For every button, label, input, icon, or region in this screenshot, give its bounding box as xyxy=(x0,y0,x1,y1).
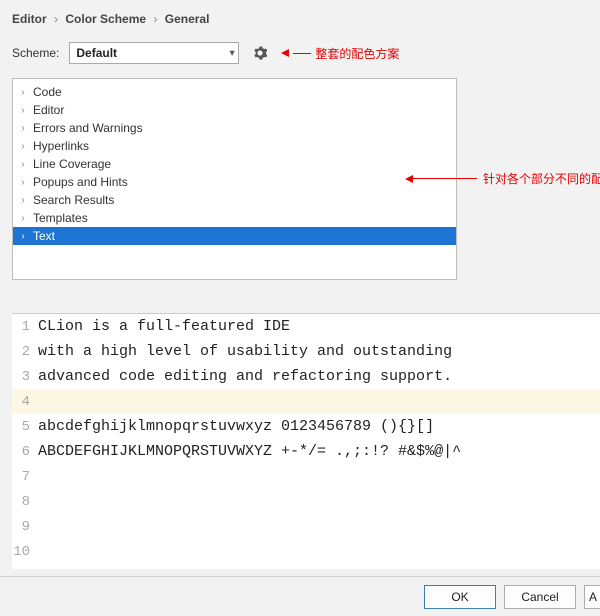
scheme-select[interactable]: Default ▾ xyxy=(69,42,239,64)
list-item-label: Search Results xyxy=(33,193,114,207)
gear-icon xyxy=(253,46,267,60)
list-item[interactable]: › Templates xyxy=(13,209,456,227)
apply-button[interactable]: A xyxy=(584,585,600,609)
line-number: 6 xyxy=(12,444,34,460)
arrow-left-icon xyxy=(405,175,413,183)
list-item[interactable]: › Hyperlinks xyxy=(13,137,456,155)
editor-line: 8 xyxy=(12,489,600,514)
editor-line: 6ABCDEFGHIJKLMNOPQRSTUVWXYZ +-*/= .,;:!?… xyxy=(12,439,600,464)
editor-line: 5abcdefghijklmnopqrstuvwxyz 0123456789 (… xyxy=(12,414,600,439)
scheme-row: Scheme: Default ▾ 整套的配色方案 xyxy=(0,36,600,78)
breadcrumb-editor[interactable]: Editor xyxy=(12,12,47,26)
chevron-right-icon: › xyxy=(19,159,27,170)
line-number: 8 xyxy=(12,494,34,510)
list-item[interactable]: › Search Results xyxy=(13,191,456,209)
list-item-label: Popups and Hints xyxy=(33,175,128,189)
editor-line: 7 xyxy=(12,464,600,489)
annotation-list: 针对各个部分不同的配色 xyxy=(405,170,600,187)
chevron-right-icon: › xyxy=(19,105,27,116)
chevron-right-icon: › xyxy=(19,231,27,242)
line-number: 9 xyxy=(12,519,34,535)
chevron-right-icon: › xyxy=(19,141,27,152)
line-text: with a high level of usability and outst… xyxy=(34,343,452,360)
scheme-value: Default xyxy=(76,46,117,60)
editor-line: 10 xyxy=(12,539,600,564)
list-item[interactable]: › Line Coverage xyxy=(13,155,456,173)
line-number: 4 xyxy=(12,394,34,410)
list-item-label: Line Coverage xyxy=(33,157,111,171)
category-list[interactable]: › Code › Editor › Errors and Warnings › Hyperli… xyxy=(12,78,457,280)
scheme-gear-button[interactable] xyxy=(249,42,271,64)
line-text: CLion is a full-featured IDE xyxy=(34,318,290,335)
line-number: 10 xyxy=(12,544,34,560)
list-item[interactable]: › Popups and Hints xyxy=(13,173,456,191)
line-text: abcdefghijklmnopqrstuvwxyz 0123456789 ()… xyxy=(34,418,434,435)
arrow-left-icon xyxy=(281,49,289,57)
line-number: 5 xyxy=(12,419,34,435)
line-number: 3 xyxy=(12,369,34,385)
annotation-scheme: 整套的配色方案 xyxy=(281,45,399,62)
list-item-label: Editor xyxy=(33,103,64,117)
annotation-scheme-text: 整套的配色方案 xyxy=(315,45,399,62)
chevron-right-icon: › xyxy=(19,177,27,188)
line-text: ABCDEFGHIJKLMNOPQRSTUVWXYZ +-*/= .,;:!? … xyxy=(34,443,461,460)
list-item[interactable]: › Editor xyxy=(13,101,456,119)
breadcrumb-general[interactable]: General xyxy=(165,12,210,26)
list-item-label: Errors and Warnings xyxy=(33,121,143,135)
chevron-right-icon: › xyxy=(149,12,161,26)
list-item[interactable]: › Text xyxy=(13,227,456,245)
editor-line: 2with a high level of usability and outs… xyxy=(12,339,600,364)
editor-line: 1CLion is a full-featured IDE xyxy=(12,314,600,339)
editor-line: 9 xyxy=(12,514,600,539)
editor-line: 4 xyxy=(12,389,600,414)
chevron-right-icon: › xyxy=(19,195,27,206)
ok-button[interactable]: OK xyxy=(424,585,496,609)
list-item-label: Code xyxy=(33,85,62,99)
cancel-button[interactable]: Cancel xyxy=(504,585,576,609)
line-text: advanced code editing and refactoring su… xyxy=(34,368,452,385)
line-number: 7 xyxy=(12,469,34,485)
editor-line: 3advanced code editing and refactoring s… xyxy=(12,364,600,389)
list-item-label: Templates xyxy=(33,211,88,225)
annotation-list-text: 针对各个部分不同的配色 xyxy=(483,170,600,187)
chevron-down-icon: ▾ xyxy=(230,48,235,59)
editor-preview[interactable]: 1CLion is a full-featured IDE2with a hig… xyxy=(12,313,600,569)
list-item[interactable]: › Code xyxy=(13,83,456,101)
list-item[interactable]: › Errors and Warnings xyxy=(13,119,456,137)
list-item-label: Text xyxy=(33,229,55,243)
dialog-button-bar: OK Cancel A xyxy=(0,576,600,616)
line-number: 1 xyxy=(12,319,34,335)
line-number: 2 xyxy=(12,344,34,360)
chevron-right-icon: › xyxy=(50,12,62,26)
chevron-right-icon: › xyxy=(19,213,27,224)
breadcrumb: Editor › Color Scheme › General xyxy=(0,0,600,36)
breadcrumb-color-scheme[interactable]: Color Scheme xyxy=(65,12,146,26)
list-item-label: Hyperlinks xyxy=(33,139,89,153)
chevron-right-icon: › xyxy=(19,123,27,134)
scheme-label: Scheme: xyxy=(12,46,59,60)
chevron-right-icon: › xyxy=(19,87,27,98)
